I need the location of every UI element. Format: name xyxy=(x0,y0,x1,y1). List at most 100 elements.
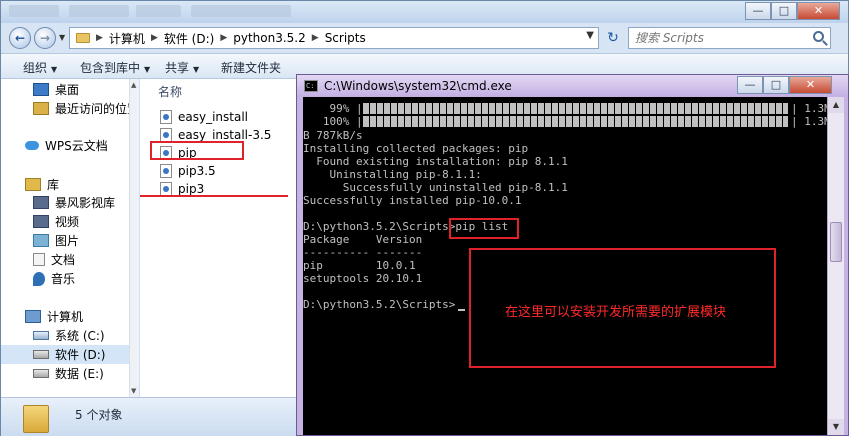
breadcrumb-computer[interactable]: 计算机 xyxy=(109,30,145,47)
chevron-down-icon: ▼ xyxy=(144,65,151,74)
progress-size: | 1.3MB xyxy=(791,102,827,115)
search-box[interactable] xyxy=(628,27,831,49)
close-button[interactable]: ✕ xyxy=(797,2,840,20)
console-line: Found existing installation: pip 8.1.1 xyxy=(303,155,568,168)
document-icon xyxy=(33,253,45,266)
chevron-right-icon[interactable]: ▶ xyxy=(312,33,319,43)
recent-places-icon xyxy=(33,102,49,115)
forward-button[interactable]: → xyxy=(34,27,56,49)
nav-item-wps-cloud[interactable]: WPS云文档 xyxy=(1,136,139,155)
scroll-up-icon[interactable]: ▲ xyxy=(131,81,136,89)
annotation-note: 在这里可以安装开发所需要的扩展模块 xyxy=(505,305,727,320)
drive-icon xyxy=(33,369,49,378)
system-drive-icon xyxy=(33,331,49,340)
breadcrumb-python[interactable]: python3.5.2 xyxy=(233,31,306,45)
address-row: ← → ▼ ▶ 计算机 ▶ 软件 (D:) ▶ python3.5.2 ▶ Sc… xyxy=(1,23,848,53)
annotation-box-command xyxy=(449,218,519,239)
column-header-name[interactable]: 名称 xyxy=(158,83,182,100)
console-line: pip 10.0.1 xyxy=(303,259,416,272)
desktop-icon xyxy=(33,83,49,96)
annotation-line xyxy=(140,195,288,197)
search-input[interactable] xyxy=(635,30,805,46)
console-icon: C: xyxy=(304,80,318,92)
computer-icon xyxy=(25,310,41,323)
nav-item-libraries[interactable]: 库 xyxy=(1,175,139,194)
breadcrumb-scripts[interactable]: Scripts xyxy=(325,31,366,45)
python-file-icon xyxy=(160,109,172,124)
close-button[interactable]: ✕ xyxy=(789,76,832,94)
address-bar[interactable]: ▶ 计算机 ▶ 软件 (D:) ▶ python3.5.2 ▶ Scripts … xyxy=(69,27,599,49)
console-line: Package Version xyxy=(303,233,423,246)
share-menu[interactable]: 共享 ▼ xyxy=(165,59,199,76)
nav-item-baofeng[interactable]: 暴风影视库 xyxy=(1,193,139,212)
nav-item-pictures[interactable]: 图片 xyxy=(1,231,139,250)
annotation-box-pip xyxy=(150,141,244,160)
python-file-icon xyxy=(160,163,172,178)
progress-label: 99% | xyxy=(303,102,363,115)
nav-item-documents[interactable]: 文档 xyxy=(1,250,139,269)
music-icon xyxy=(33,271,45,286)
console-line: Uninstalling pip-8.1.1: xyxy=(303,168,482,181)
breadcrumb-drive-d[interactable]: 软件 (D:) xyxy=(164,30,214,47)
navigation-pane: 桌面 最近访问的位置 WPS云文档 库 暴风影视库 视频 图片 文档 音乐 计算… xyxy=(1,79,139,397)
chevron-right-icon[interactable]: ▶ xyxy=(151,33,158,43)
picture-icon xyxy=(33,234,49,247)
console-line: Successfully installed pip-10.0.1 xyxy=(303,194,522,207)
console-line: setuptools 20.10.1 xyxy=(303,272,423,285)
progress-label: 100% | xyxy=(303,115,363,128)
address-dropdown-icon[interactable]: ▼ xyxy=(586,30,594,41)
back-button[interactable]: ← xyxy=(9,27,31,49)
chevron-right-icon[interactable]: ▶ xyxy=(96,33,103,43)
console-line: Successfully uninstalled pip-8.1.1 xyxy=(303,181,568,194)
maximize-button[interactable]: □ xyxy=(763,76,789,94)
progress-size: | 1.3M xyxy=(791,115,827,128)
nav-item-music[interactable]: 音乐 xyxy=(1,269,139,288)
minimize-button[interactable]: — xyxy=(737,76,763,94)
maximize-button[interactable]: □ xyxy=(771,2,797,20)
cloud-icon xyxy=(25,141,39,150)
file-item[interactable]: pip3.5 xyxy=(160,162,216,179)
nav-item-drive-d[interactable]: 软件 (D:) xyxy=(1,345,139,364)
refresh-icon[interactable]: ↻ xyxy=(602,28,624,48)
file-list: 名称 easy_install easy_install-3.5 pip pip… xyxy=(140,79,296,397)
nav-item-computer[interactable]: 计算机 xyxy=(1,307,139,326)
console-line: Installing collected packages: pip xyxy=(303,142,529,155)
cmd-title: C:\Windows\system32\cmd.exe xyxy=(324,79,512,93)
cmd-scrollbar[interactable]: ▲ ▼ xyxy=(827,97,844,435)
scroll-down-icon[interactable]: ▼ xyxy=(131,387,136,395)
chevron-down-icon: ▼ xyxy=(193,65,200,74)
console-line: B 787kB/s xyxy=(303,129,363,142)
chevron-right-icon[interactable]: ▶ xyxy=(220,33,227,43)
progress-bar xyxy=(363,116,788,127)
history-dropdown-icon[interactable]: ▼ xyxy=(59,33,65,42)
console-line: ---------- ------- xyxy=(303,246,423,259)
scroll-thumb[interactable] xyxy=(830,222,842,262)
nav-item-drive-c[interactable]: 系统 (C:) xyxy=(1,326,139,345)
include-in-library-menu[interactable]: 包含到库中 ▼ xyxy=(80,59,150,76)
library-icon xyxy=(25,178,41,191)
folder-icon xyxy=(23,405,49,433)
chevron-down-icon: ▼ xyxy=(51,65,58,74)
scroll-up-icon[interactable]: ▲ xyxy=(828,97,844,113)
folder-icon xyxy=(76,33,90,43)
video-library-icon xyxy=(33,196,49,209)
video-icon xyxy=(33,215,49,228)
nav-item-desktop[interactable]: 桌面 xyxy=(1,80,139,99)
python-file-icon xyxy=(160,181,172,196)
search-icon[interactable] xyxy=(813,31,824,42)
nav-scrollbar[interactable]: ▲ ▼ xyxy=(129,79,139,397)
file-item[interactable]: easy_install xyxy=(160,108,248,125)
console-prompt: D:\python3.5.2\Scripts> xyxy=(303,298,456,311)
new-folder-button[interactable]: 新建文件夹 xyxy=(221,59,281,76)
scroll-down-icon[interactable]: ▼ xyxy=(828,419,844,435)
drive-icon xyxy=(33,350,49,359)
explorer-title-bar[interactable]: — □ ✕ xyxy=(1,1,848,23)
cmd-title-bar[interactable]: C: C:\Windows\system32\cmd.exe — □ ✕ xyxy=(297,75,848,97)
minimize-button[interactable]: — xyxy=(745,2,771,20)
nav-item-videos[interactable]: 视频 xyxy=(1,212,139,231)
item-count: 5 个对象 xyxy=(75,408,123,422)
nav-item-recent[interactable]: 最近访问的位置 xyxy=(1,99,139,118)
python-file-icon xyxy=(160,127,172,142)
nav-item-drive-e[interactable]: 数据 (E:) xyxy=(1,364,139,383)
organize-menu[interactable]: 组织 ▼ xyxy=(23,59,57,76)
